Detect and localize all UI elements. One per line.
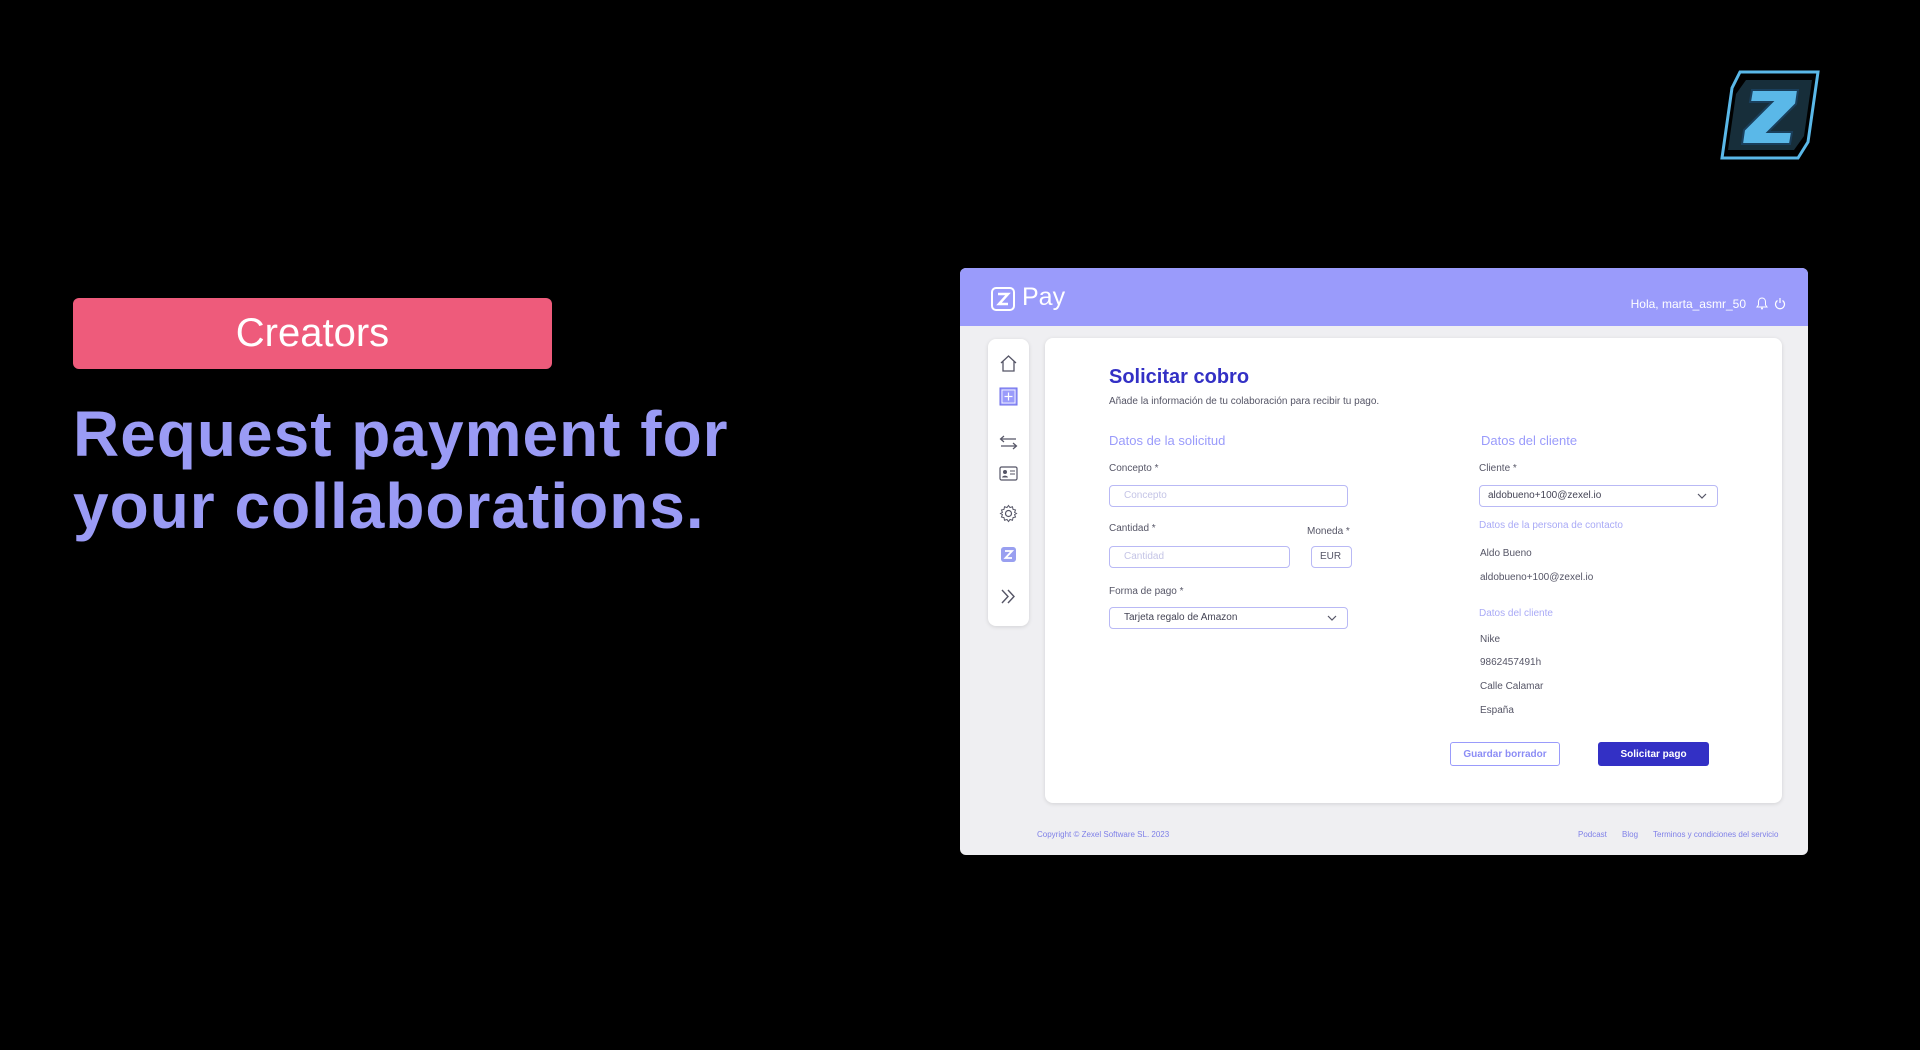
currency-field[interactable]: EUR — [1311, 546, 1352, 568]
client-name: Nike — [1480, 634, 1501, 645]
request-payment-button[interactable]: Solicitar pago — [1598, 742, 1709, 766]
payment-method-select[interactable]: Tarjeta regalo de Amazon — [1109, 607, 1348, 629]
footer-copyright: Copyright © Zexel Software SL. 2023 — [1037, 830, 1170, 839]
footer-link-podcast[interactable]: Podcast — [1578, 830, 1607, 839]
logo-text: Pay — [1022, 283, 1066, 311]
creators-badge: Creators — [73, 298, 552, 369]
concept-input[interactable]: Concepto — [1109, 485, 1348, 507]
client-data-section-title: Datos del cliente — [1479, 608, 1553, 619]
add-request-icon[interactable] — [999, 387, 1018, 406]
headline: Request payment for your collaborations. — [73, 398, 813, 542]
transfer-icon[interactable] — [999, 433, 1018, 452]
chevron-down-icon — [1327, 615, 1337, 621]
home-icon[interactable] — [999, 354, 1018, 373]
amount-input[interactable]: Cantidad — [1109, 546, 1290, 568]
save-draft-button[interactable]: Guardar borrador — [1450, 742, 1560, 766]
headline-line-2: your collaborations. — [73, 470, 705, 542]
concept-label: Concepto * — [1109, 463, 1159, 474]
payment-method-value: Tarjeta regalo de Amazon — [1124, 612, 1238, 623]
request-form-card: Solicitar cobro Añade la información de … — [1045, 338, 1782, 803]
amount-label: Cantidad * — [1109, 523, 1156, 534]
client-label: Cliente * — [1479, 463, 1517, 474]
page-title: Solicitar cobro — [1109, 366, 1250, 388]
currency-label: Moneda * — [1307, 526, 1350, 537]
pay-logo-icon — [991, 287, 1015, 311]
zexel-logo-icon — [1720, 70, 1820, 160]
client-address: Calle Calamar — [1480, 681, 1544, 692]
payment-method-label: Forma de pago * — [1109, 586, 1184, 597]
contact-name: Aldo Bueno — [1480, 548, 1532, 559]
contact-section-title: Datos de la persona de contacto — [1479, 520, 1623, 531]
client-country: España — [1480, 705, 1514, 716]
headline-line-1: Request payment for — [73, 398, 729, 470]
client-select[interactable]: aldobueno+100@zexel.io — [1479, 485, 1718, 507]
app-window: Pay Hola, marta_asmr_50 Solicitar cobro … — [960, 268, 1808, 855]
contact-email: aldobueno+100@zexel.io — [1480, 572, 1594, 583]
sidebar — [988, 339, 1029, 626]
footer-link-terms[interactable]: Terminos y condiciones del servicio — [1653, 830, 1778, 839]
footer-link-blog[interactable]: Blog — [1622, 830, 1638, 839]
client-value: aldobueno+100@zexel.io — [1488, 490, 1602, 501]
expand-icon[interactable] — [999, 587, 1018, 606]
user-greeting[interactable]: Hola, marta_asmr_50 — [1631, 297, 1746, 311]
client-section-title: Datos del cliente — [1481, 433, 1578, 448]
request-section-title: Datos de la solicitud — [1109, 433, 1226, 448]
top-bar: Pay Hola, marta_asmr_50 — [960, 268, 1808, 326]
bell-icon[interactable] — [1756, 297, 1768, 310]
chevron-down-icon — [1697, 493, 1707, 499]
contact-card-icon[interactable] — [999, 464, 1018, 483]
page-subtitle: Añade la información de tu colaboración … — [1109, 396, 1380, 407]
client-tax-id: 9862457491h — [1480, 657, 1542, 668]
gear-icon[interactable] — [999, 504, 1018, 523]
power-icon[interactable] — [1774, 297, 1786, 310]
zexel-icon[interactable] — [999, 545, 1018, 564]
